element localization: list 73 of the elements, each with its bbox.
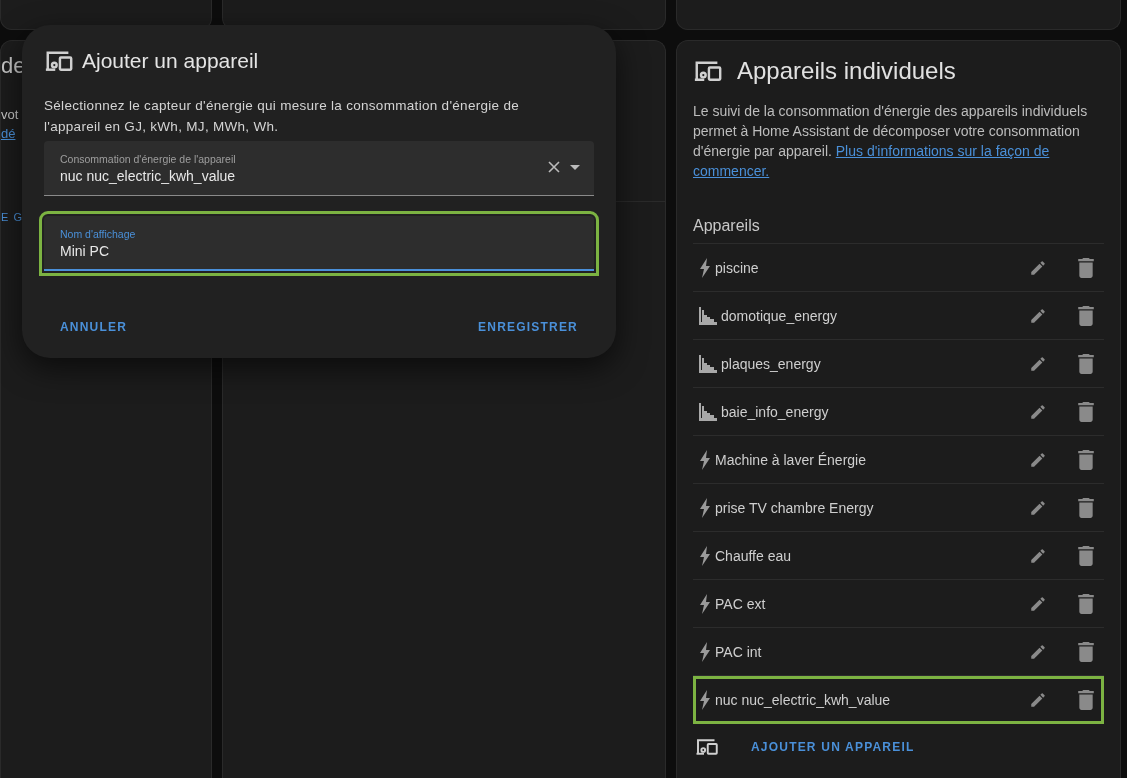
cancel-button[interactable]: ANNULER [52,314,136,340]
field-value: nuc nuc_electric_kwh_value [60,168,237,184]
lightning-icon [699,689,711,710]
delete-button[interactable] [1076,352,1096,375]
trash-icon [1078,545,1094,566]
card-title: Appareils individuels [737,57,956,85]
delete-button[interactable] [1076,304,1096,327]
pencil-icon [1029,690,1047,709]
pencil-icon [1029,306,1047,325]
delete-button[interactable] [1076,592,1096,615]
chart-icon [699,402,717,421]
delete-button[interactable] [1076,400,1096,423]
trash-icon [1078,401,1094,422]
trash-icon [1078,353,1094,374]
pencil-icon [1029,450,1047,469]
lightning-icon [699,449,711,470]
card-description: Le suivi de la consommation d'énergie des appareils individuels permet à Home Assistant de décomposer votre consommation d'énergie par appareil. Plus d'informations sur la façon de commencer. [693,102,1089,181]
dialog-title: Ajouter un appareil [82,49,259,73]
delete-button[interactable] [1076,688,1096,711]
pencil-icon [1029,498,1047,517]
trash-icon [1078,689,1094,710]
section-title: Appareils [693,217,761,235]
dialog-description: Sélectionnez le capteur d'énergie qui mesure la consommation d'énergie de l'appareil en GJ, kWh, MJ, MWh, Wh. [44,97,521,136]
save-button[interactable]: ENREGISTRER [470,314,586,340]
trash-icon [1078,449,1094,470]
lightning-icon [699,593,711,614]
trash-icon [1078,641,1094,662]
caret-icon[interactable] [570,164,580,170]
chart-icon [699,354,717,373]
device-name: Machine à laver Énergie [715,451,867,468]
chart-icon [699,306,717,325]
add-device-button[interactable]: AJOUTER UN APPAREIL [743,734,923,760]
info-link[interactable]: commencer. [693,163,770,179]
delete-button[interactable] [1076,256,1096,279]
devices-icon [695,738,719,756]
device-name: nuc nuc_electric_kwh_value [715,691,892,708]
pencil-icon [1029,258,1047,277]
field-label: Consommation d'énergie de l'appareil [60,153,237,165]
delete-button[interactable] [1076,448,1096,471]
device-name: PAC int [715,643,763,660]
link[interactable]: dé [1,126,23,141]
device-name: prise TV chambre Energy [715,499,875,516]
trash-icon [1078,593,1094,614]
delete-button[interactable] [1076,496,1096,519]
lightning-icon [699,641,711,662]
device-name: piscine [715,259,760,276]
delete-button[interactable] [1076,544,1096,567]
devices-icon [693,59,723,83]
delete-button[interactable] [1076,640,1096,663]
info-link[interactable]: Plus d'informations sur la façon de [835,143,1050,159]
pencil-icon [1029,354,1047,373]
pencil-icon [1029,642,1047,661]
lightning-icon [699,545,711,566]
pencil-icon [1029,594,1047,613]
card-action-text[interactable]: E G [1,211,23,223]
field-value: Mini PC [60,243,110,259]
field-label: Nom d'affichage [60,228,137,240]
pencil-icon [1029,546,1047,565]
device-name: Chauffe eau [715,547,793,564]
trash-icon [1078,305,1094,326]
lightning-icon [699,257,711,278]
device-name: PAC ext [715,595,767,612]
trash-icon [1078,257,1094,278]
device-name: baie_info_energy [721,403,830,420]
trash-icon [1078,497,1094,518]
sensor-select[interactable]: Consommation d'énergie de l'appareil nuc nuc_electric_kwh_value [44,141,594,196]
lightning-icon [699,497,711,518]
device-name: plaques_energy [721,355,822,372]
device-name: domotique_energy [721,307,838,324]
close-icon[interactable] [548,161,560,173]
card-text: vot [1,107,20,122]
pencil-icon [1029,402,1047,421]
devices-icon [44,49,74,73]
